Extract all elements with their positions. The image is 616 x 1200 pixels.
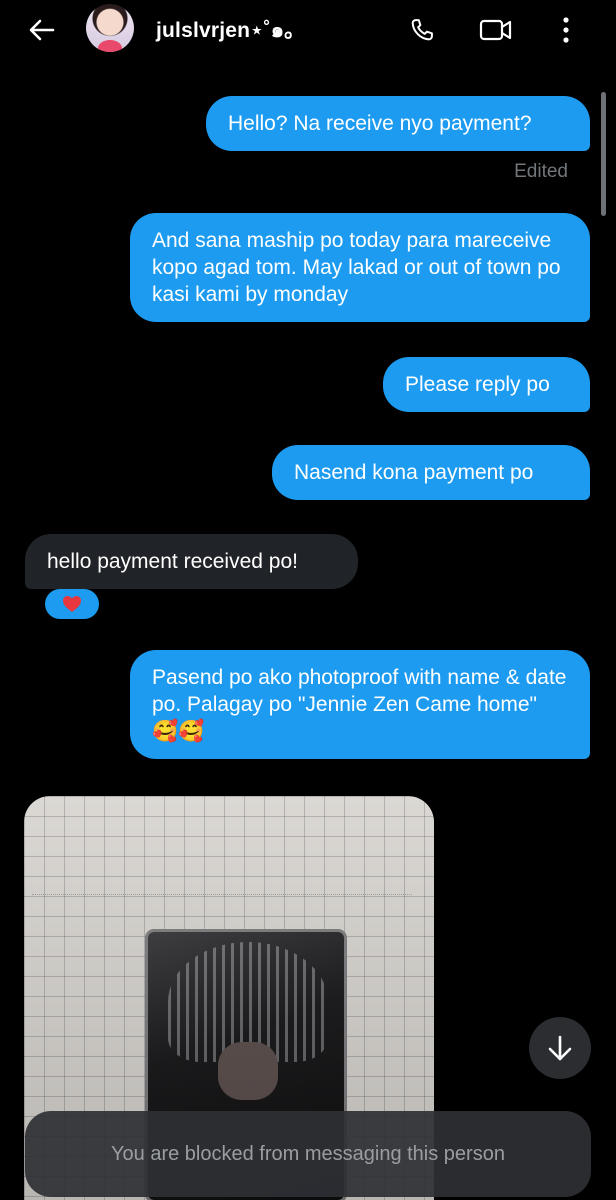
message-text: hello payment received po! [47, 550, 298, 573]
scroll-to-bottom-button[interactable] [529, 1017, 591, 1079]
message-sent[interactable]: Please reply po [383, 357, 590, 412]
phone-call-button[interactable] [402, 10, 442, 50]
heart-icon [63, 596, 81, 612]
more-vertical-icon [563, 17, 569, 43]
username[interactable]: julslvrjen⋆˚๑｡ [156, 14, 295, 47]
message-text: Pasend po ako photoproof with name & dat… [152, 666, 567, 743]
edited-label: Edited [514, 161, 568, 182]
video-call-button[interactable] [476, 10, 516, 50]
scrollbar[interactable] [601, 92, 606, 216]
arrow-left-icon [29, 19, 55, 41]
message-received[interactable]: hello payment received po! [25, 534, 358, 589]
chat-header: julslvrjen⋆˚๑｡ [0, 0, 616, 60]
more-options-button[interactable] [546, 10, 586, 50]
blocked-notice-text: You are blocked from messaging this pers… [111, 1142, 505, 1165]
message-sent[interactable]: Hello? Na receive nyo payment? [206, 96, 590, 151]
video-camera-icon [479, 19, 512, 41]
back-button[interactable] [22, 10, 62, 50]
arrow-down-icon [548, 1035, 572, 1061]
message-text: Please reply po [405, 373, 550, 396]
message-sent[interactable]: Pasend po ako photoproof with name & dat… [130, 650, 590, 759]
message-sent[interactable]: And sana maship po today para mareceive … [130, 213, 590, 322]
message-text: Hello? Na receive nyo payment? [228, 112, 532, 135]
phone-icon [411, 19, 433, 41]
message-text: And sana maship po today para mareceive … [152, 229, 561, 306]
message-sent[interactable]: Nasend kona payment po [272, 445, 590, 500]
avatar[interactable] [86, 4, 134, 52]
message-text: Nasend kona payment po [294, 461, 534, 484]
reaction-badge[interactable] [45, 589, 99, 619]
blocked-notice-bar: You are blocked from messaging this pers… [25, 1111, 591, 1197]
